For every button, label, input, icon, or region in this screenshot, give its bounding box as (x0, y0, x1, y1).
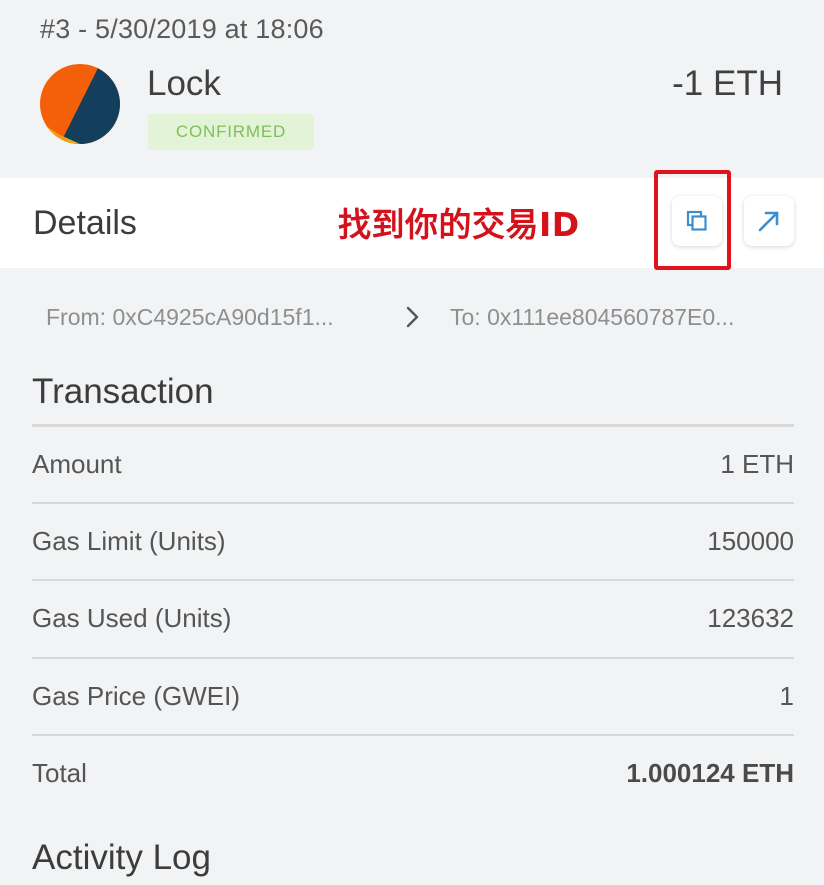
highlight-box (654, 170, 731, 270)
external-link-icon (758, 211, 779, 232)
row-label: Gas Price (GWEI) (32, 680, 241, 711)
from-to-row: From: 0xC4925cA90d15f1... To: 0x111ee804… (0, 296, 824, 342)
account-avatar (40, 64, 120, 144)
row-label: Total (32, 758, 87, 789)
from-address[interactable]: From: 0xC4925cA90d15f1... (46, 304, 334, 331)
row-label: Amount (32, 448, 122, 479)
row-value: 1 (779, 680, 794, 711)
transaction-value: -1 ETH (672, 64, 783, 103)
annotation-label: 找到你的交易ID (338, 205, 580, 244)
row-label: Gas Used (Units) (32, 603, 232, 634)
to-address[interactable]: To: 0x111ee804560787E0... (450, 304, 734, 331)
details-title: Details (33, 204, 137, 242)
transaction-section-title: Transaction (32, 372, 214, 411)
table-row: Gas Limit (Units) 150000 (32, 501, 794, 580)
transaction-table: Amount 1 ETH Gas Limit (Units) 150000 Ga… (32, 424, 794, 812)
status-badge: CONFIRMED (148, 114, 314, 150)
row-value: 123632 (707, 603, 794, 634)
row-value: 1.000124 ETH (626, 758, 794, 789)
transaction-header: #3 - 5/30/2019 at 18:06 Lock CONFIRMED -… (0, 0, 824, 178)
row-value: 150000 (707, 525, 794, 556)
row-label: Gas Limit (Units) (32, 525, 226, 556)
row-value: 1 ETH (720, 448, 794, 479)
transaction-meta: #3 - 5/30/2019 at 18:06 (40, 14, 324, 44)
table-row: Amount 1 ETH (32, 424, 794, 502)
table-row-total: Total 1.000124 ETH (32, 734, 794, 812)
chevron-right-icon (406, 306, 419, 328)
table-row: Gas Price (GWEI) 1 (32, 656, 794, 735)
activity-log-title: Activity Log (32, 838, 211, 877)
table-row: Gas Used (Units) 123632 (32, 579, 794, 657)
view-on-explorer-button[interactable] (744, 196, 794, 246)
jazzicon-icon (40, 64, 120, 144)
transaction-action: Lock (147, 64, 221, 103)
